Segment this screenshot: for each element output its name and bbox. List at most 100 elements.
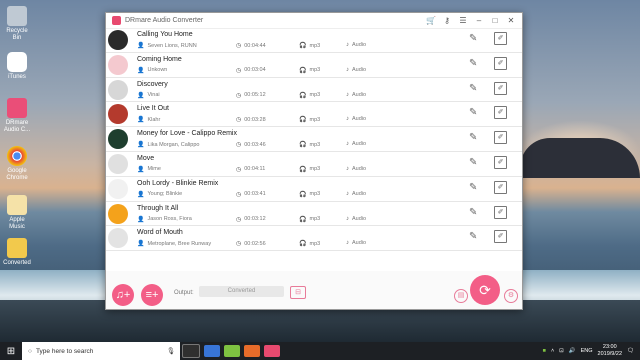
network-icon[interactable]: ⊡ [559, 348, 564, 354]
history-button[interactable]: ▤ [454, 289, 468, 303]
album-art [108, 153, 128, 174]
desktop-icon-chrome[interactable]: Google Chrome [2, 146, 32, 182]
music-note-icon: ♪ [346, 42, 349, 48]
duration-meta: ◷ 00:04:11 [236, 166, 265, 173]
track-type: Audio [352, 66, 367, 73]
edit-wand-icon[interactable]: ✎ [469, 207, 477, 218]
taskbar-drmare-icon[interactable] [264, 345, 280, 357]
track-artist: Young; Blinkie [147, 191, 183, 198]
start-windows-icon[interactable]: ⊞ [0, 346, 22, 357]
headphones-icon: 🎧 [299, 142, 307, 149]
desktop-icon-itunes[interactable]: iTunes [2, 52, 32, 81]
taskbar-app-icon[interactable] [204, 345, 220, 357]
maximize-icon[interactable]: □ [490, 16, 500, 25]
artist-meta: 👤 Jason Ross, Fiora [137, 216, 192, 223]
output-path-field[interactable]: Converted [199, 286, 284, 297]
track-row[interactable]: Ooh Lordy - Blinkie Remix 👤 Young; Blinkie… [106, 177, 522, 202]
track-row[interactable]: Discovery 👤 Vinai ◷ 00:05:12 🎧 mp3 ♪ Audio ✎ ✐ [106, 78, 522, 103]
bottom-bar: ♫+ ≡+ Output: Converted ⊟ ▤ ⟳ ⚙ [106, 271, 522, 309]
desktop-icon-apple-music[interactable]: Apple Music [2, 195, 32, 231]
track-row[interactable]: Move 👤 Mime ◷ 00:04:11 🎧 mp3 ♪ Audio ✎ ✐ [106, 152, 522, 177]
edit-wand-icon[interactable]: ✎ [469, 132, 477, 143]
language-indicator[interactable]: ENG [581, 348, 593, 354]
headphones-icon: 🎧 [299, 216, 307, 223]
task-view-icon[interactable] [182, 344, 200, 358]
edit-wand-icon[interactable]: ✎ [469, 182, 477, 193]
settings-edit-icon[interactable]: ✐ [494, 131, 507, 145]
clock-icon: ◷ [236, 142, 242, 149]
key-icon[interactable]: ⚷ [442, 16, 452, 25]
settings-edit-icon[interactable]: ✐ [494, 180, 507, 194]
format-meta: 🎧 mp3 [299, 166, 320, 173]
settings-edit-icon[interactable]: ✐ [494, 81, 507, 95]
artist-meta: 👤 Lika Morgan, Calippo [137, 141, 199, 149]
settings-edit-icon[interactable]: ✐ [494, 230, 507, 244]
desktop-icon-drmare[interactable]: DRmare Audio C... [2, 98, 32, 134]
edit-wand-icon[interactable]: ✎ [469, 107, 477, 118]
minimize-icon[interactable]: – [474, 16, 484, 25]
clock-icon: ◷ [236, 241, 242, 248]
settings-edit-icon[interactable]: ✐ [494, 205, 507, 219]
browse-folder-button[interactable]: ⊟ [290, 286, 306, 299]
artist-meta: 👤 Klahr [137, 116, 161, 124]
format-meta: 🎧 mp3 [299, 191, 320, 198]
type-meta: ♪ Audio [346, 216, 366, 222]
taskbar-camtasia-icon[interactable] [224, 345, 240, 357]
edit-wand-icon[interactable]: ✎ [469, 83, 477, 94]
format-meta: 🎧 mp3 [299, 42, 320, 50]
track-title: Coming Home [137, 55, 182, 63]
settings-edit-icon[interactable]: ✐ [494, 32, 507, 45]
settings-edit-icon[interactable]: ✐ [494, 106, 507, 120]
settings-button[interactable]: ⚙ [504, 289, 518, 303]
desktop-icon-recycle-bin[interactable]: Recycle Bin [2, 6, 32, 42]
microphone-icon[interactable]: 🎙 [167, 347, 175, 355]
track-row[interactable]: Money for Love - Calippo Remix 👤 Lika Morg… [106, 127, 522, 152]
track-format: mp3 [309, 116, 321, 123]
chevron-up-icon[interactable]: ˄ [551, 348, 554, 354]
edit-wand-icon[interactable]: ✎ [469, 157, 477, 168]
track-duration: 00:03:46 [244, 141, 266, 148]
track-artist: Klahr [147, 116, 161, 123]
desktop-icon-converted[interactable]: Converted [2, 238, 32, 267]
tray-app-icon[interactable]: ■ [543, 348, 546, 354]
type-meta: ♪ Audio [346, 67, 366, 73]
convert-button[interactable]: ⟳ [470, 275, 500, 305]
edit-wand-icon[interactable]: ✎ [469, 33, 477, 44]
track-format: mp3 [309, 141, 321, 148]
person-icon: 👤 [137, 92, 145, 99]
add-music-button[interactable]: ♫+ [112, 284, 134, 306]
track-row[interactable]: Coming Home 👤 Unkown ◷ 00:03:04 🎧 mp3 ♪ Audio ✎ ✐ [106, 53, 522, 78]
app-window: DRmare Audio Converter 🛒 ⚷ ☰ – □ ✕ Calli… [105, 12, 523, 310]
track-artist: Vinai [147, 92, 160, 99]
type-meta: ♪ Audio [346, 92, 366, 98]
taskbar-app2-icon[interactable] [244, 345, 260, 357]
folder-icon [7, 238, 27, 258]
track-list: Calling You Home 👤 Seven Lions, RUNN ◷ 00:04… [106, 28, 522, 252]
track-duration: 00:03:28 [244, 116, 266, 123]
track-row[interactable]: Word of Mouth 👤 Metroplane, Bree Runway ◷ 00… [106, 226, 522, 252]
cart-icon[interactable]: 🛒 [426, 16, 436, 25]
track-title: Discovery [137, 80, 168, 88]
artist-meta: 👤 Mime [137, 166, 161, 173]
track-type: Audio [352, 240, 367, 247]
music-note-icon: ♪ [346, 141, 349, 148]
taskbar-search[interactable]: ○ Type here to search 🎙 [22, 342, 180, 360]
format-meta: 🎧 mp3 [299, 216, 320, 223]
settings-edit-icon[interactable]: ✐ [494, 155, 507, 169]
add-files-button[interactable]: ≡+ [141, 284, 163, 306]
track-row[interactable]: Live It Out 👤 Klahr ◷ 00:03:28 🎧 mp3 ♪ Audio ✎ ✐ [106, 102, 522, 128]
track-artist: Jason Ross, Fiora [147, 216, 192, 223]
edit-wand-icon[interactable]: ✎ [469, 231, 477, 242]
menu-icon[interactable]: ☰ [458, 16, 468, 25]
close-icon[interactable]: ✕ [506, 16, 516, 25]
settings-edit-icon[interactable]: ✐ [494, 56, 507, 70]
volume-icon[interactable]: 🔊 [569, 348, 576, 354]
edit-wand-icon[interactable]: ✎ [469, 58, 477, 69]
track-row[interactable]: Calling You Home 👤 Seven Lions, RUNN ◷ 00:04… [106, 28, 522, 53]
notification-icon[interactable]: 🗨 [627, 348, 634, 354]
clock[interactable]: 23:00 2019/9/22 [598, 344, 622, 358]
person-icon: 👤 [137, 191, 145, 198]
track-title: Live It Out [137, 105, 169, 113]
track-row[interactable]: Through It All 👤 Jason Ross, Fiora ◷ 00:03:1… [106, 202, 522, 227]
music-note-icon: ♪ [346, 116, 349, 123]
